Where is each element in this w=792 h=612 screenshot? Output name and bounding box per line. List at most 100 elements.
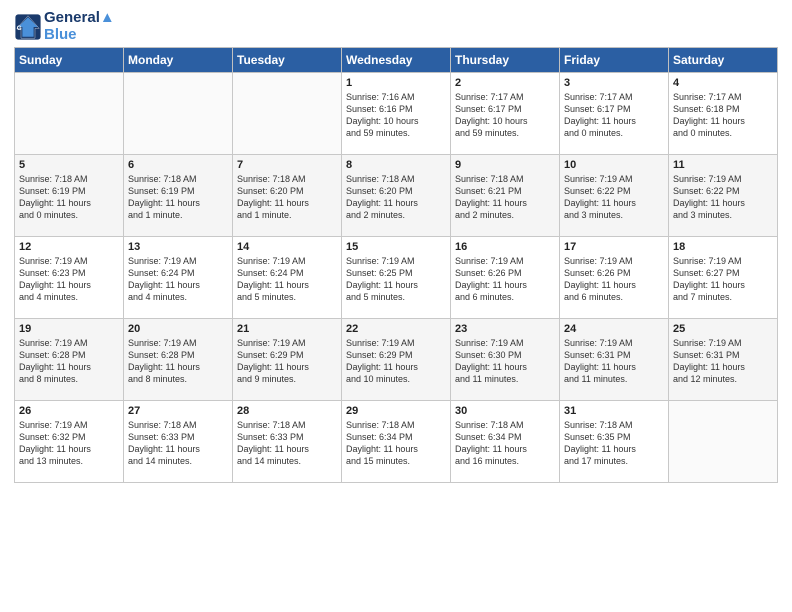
calendar-cell: 31 Sunrise: 7:18 AM Sunset: 6:35 PM Dayli…	[560, 401, 669, 483]
calendar-cell: 26Sunrise: 7:19 AM Sunset: 6:32 PM Dayli…	[15, 401, 124, 483]
day-number: 29	[346, 405, 446, 417]
day-info: Sunrise: 7:17 AM Sunset: 6:17 PM Dayligh…	[455, 91, 555, 140]
day-info: Sunrise: 7:18 AM Sunset: 6:21 PM Dayligh…	[455, 173, 555, 222]
day-number: 17	[564, 241, 664, 253]
day-info: Sunrise: 7:19 AM Sunset: 6:24 PM Dayligh…	[128, 255, 228, 304]
calendar-week-2: 5 Sunrise: 7:18 AM Sunset: 6:19 PM Daylig…	[15, 155, 778, 237]
day-info: Sunrise: 7:19 AM Sunset: 6:31 PM Dayligh…	[564, 337, 664, 386]
day-number: 22	[346, 323, 446, 335]
day-number: 27	[128, 405, 228, 417]
svg-text:G: G	[17, 24, 22, 31]
calendar-cell: 12 Sunrise: 7:19 AM Sunset: 6:23 PM Dayli…	[15, 237, 124, 319]
day-number: 2	[455, 77, 555, 89]
day-info: Sunrise: 7:18 AM Sunset: 6:34 PM Dayligh…	[455, 419, 555, 468]
page: G General▲ Blue SundayMondayTuesdayWedne…	[0, 0, 792, 612]
day-info: Sunrise: 7:17 AM Sunset: 6:17 PM Dayligh…	[564, 91, 664, 140]
day-number: 5	[19, 159, 119, 171]
calendar-week-4: 19Sunrise: 7:19 AM Sunset: 6:28 PM Dayli…	[15, 319, 778, 401]
day-info: Sunrise: 7:19 AM Sunset: 6:23 PM Dayligh…	[19, 255, 119, 304]
day-number: 7	[237, 159, 337, 171]
calendar-cell: 1 Sunrise: 7:16 AM Sunset: 6:16 PM Daylig…	[342, 73, 451, 155]
day-info: Sunrise: 7:18 AM Sunset: 6:19 PM Dayligh…	[19, 173, 119, 222]
calendar-header-saturday: Saturday	[669, 48, 778, 73]
day-number: 18	[673, 241, 773, 253]
calendar-cell: 22 Sunrise: 7:19 AM Sunset: 6:29 PM Dayli…	[342, 319, 451, 401]
day-info: Sunrise: 7:19 AM Sunset: 6:28 PM Dayligh…	[128, 337, 228, 386]
calendar-header-tuesday: Tuesday	[233, 48, 342, 73]
calendar-cell: 28 Sunrise: 7:18 AM Sunset: 6:33 PM Dayli…	[233, 401, 342, 483]
day-number: 15	[346, 241, 446, 253]
day-number: 20	[128, 323, 228, 335]
calendar-week-3: 12 Sunrise: 7:19 AM Sunset: 6:23 PM Dayli…	[15, 237, 778, 319]
calendar-header-thursday: Thursday	[451, 48, 560, 73]
day-number: 1	[346, 77, 446, 89]
calendar-cell: 17 Sunrise: 7:19 AM Sunset: 6:26 PM Dayli…	[560, 237, 669, 319]
calendar-cell: 6 Sunrise: 7:18 AM Sunset: 6:19 PM Daylig…	[124, 155, 233, 237]
calendar-cell	[233, 73, 342, 155]
calendar-cell	[15, 73, 124, 155]
day-number: 13	[128, 241, 228, 253]
day-info: Sunrise: 7:19 AM Sunset: 6:27 PM Dayligh…	[673, 255, 773, 304]
calendar-cell: 2 Sunrise: 7:17 AM Sunset: 6:17 PM Daylig…	[451, 73, 560, 155]
calendar-header-friday: Friday	[560, 48, 669, 73]
day-number: 30	[455, 405, 555, 417]
day-info: Sunrise: 7:16 AM Sunset: 6:16 PM Dayligh…	[346, 91, 446, 140]
calendar-header-wednesday: Wednesday	[342, 48, 451, 73]
calendar-cell: 9 Sunrise: 7:18 AM Sunset: 6:21 PM Daylig…	[451, 155, 560, 237]
calendar-cell: 13 Sunrise: 7:19 AM Sunset: 6:24 PM Dayli…	[124, 237, 233, 319]
day-info: Sunrise: 7:18 AM Sunset: 6:20 PM Dayligh…	[237, 173, 337, 222]
day-number: 9	[455, 159, 555, 171]
day-info: Sunrise: 7:18 AM Sunset: 6:35 PM Dayligh…	[564, 419, 664, 468]
day-number: 24	[564, 323, 664, 335]
day-number: 14	[237, 241, 337, 253]
calendar-cell: 25 Sunrise: 7:19 AM Sunset: 6:31 PM Dayli…	[669, 319, 778, 401]
calendar-cell: 18 Sunrise: 7:19 AM Sunset: 6:27 PM Dayli…	[669, 237, 778, 319]
calendar-cell: 16Sunrise: 7:19 AM Sunset: 6:26 PM Dayli…	[451, 237, 560, 319]
day-info: Sunrise: 7:18 AM Sunset: 6:34 PM Dayligh…	[346, 419, 446, 468]
day-info: Sunrise: 7:19 AM Sunset: 6:29 PM Dayligh…	[237, 337, 337, 386]
day-info: Sunrise: 7:19 AM Sunset: 6:24 PM Dayligh…	[237, 255, 337, 304]
day-info: Sunrise: 7:19 AM Sunset: 6:29 PM Dayligh…	[346, 337, 446, 386]
calendar-cell: 29 Sunrise: 7:18 AM Sunset: 6:34 PM Dayli…	[342, 401, 451, 483]
day-info: Sunrise: 7:19 AM Sunset: 6:31 PM Dayligh…	[673, 337, 773, 386]
day-info: Sunrise: 7:19 AM Sunset: 6:26 PM Dayligh…	[564, 255, 664, 304]
calendar-cell: 11Sunrise: 7:19 AM Sunset: 6:22 PM Dayli…	[669, 155, 778, 237]
calendar-cell	[124, 73, 233, 155]
calendar-header-monday: Monday	[124, 48, 233, 73]
day-info: Sunrise: 7:19 AM Sunset: 6:22 PM Dayligh…	[564, 173, 664, 222]
calendar-cell: 23 Sunrise: 7:19 AM Sunset: 6:30 PM Dayli…	[451, 319, 560, 401]
logo: G General▲ Blue	[14, 10, 115, 43]
day-info: Sunrise: 7:18 AM Sunset: 6:33 PM Dayligh…	[237, 419, 337, 468]
day-number: 23	[455, 323, 555, 335]
calendar-week-5: 26Sunrise: 7:19 AM Sunset: 6:32 PM Dayli…	[15, 401, 778, 483]
calendar-cell: 30 Sunrise: 7:18 AM Sunset: 6:34 PM Dayli…	[451, 401, 560, 483]
day-info: Sunrise: 7:19 AM Sunset: 6:25 PM Dayligh…	[346, 255, 446, 304]
day-number: 26	[19, 405, 119, 417]
calendar-cell: 7 Sunrise: 7:18 AM Sunset: 6:20 PM Daylig…	[233, 155, 342, 237]
day-info: Sunrise: 7:19 AM Sunset: 6:30 PM Dayligh…	[455, 337, 555, 386]
day-info: Sunrise: 7:19 AM Sunset: 6:22 PM Dayligh…	[673, 173, 773, 222]
day-number: 25	[673, 323, 773, 335]
calendar-week-1: 1 Sunrise: 7:16 AM Sunset: 6:16 PM Daylig…	[15, 73, 778, 155]
day-number: 3	[564, 77, 664, 89]
day-number: 6	[128, 159, 228, 171]
day-number: 28	[237, 405, 337, 417]
calendar-cell: 21 Sunrise: 7:19 AM Sunset: 6:29 PM Dayli…	[233, 319, 342, 401]
day-number: 8	[346, 159, 446, 171]
calendar-table: SundayMondayTuesdayWednesdayThursdayFrid…	[14, 47, 778, 483]
calendar-cell: 14 Sunrise: 7:19 AM Sunset: 6:24 PM Dayli…	[233, 237, 342, 319]
day-number: 10	[564, 159, 664, 171]
calendar-cell: 20 Sunrise: 7:19 AM Sunset: 6:28 PM Dayli…	[124, 319, 233, 401]
day-info: Sunrise: 7:18 AM Sunset: 6:19 PM Dayligh…	[128, 173, 228, 222]
logo-blue: Blue	[44, 27, 115, 44]
logo-icon: G	[14, 13, 42, 41]
logo-general: General▲	[44, 10, 115, 27]
day-number: 12	[19, 241, 119, 253]
day-number: 21	[237, 323, 337, 335]
day-info: Sunrise: 7:18 AM Sunset: 6:20 PM Dayligh…	[346, 173, 446, 222]
calendar-cell: 15 Sunrise: 7:19 AM Sunset: 6:25 PM Dayli…	[342, 237, 451, 319]
day-info: Sunrise: 7:19 AM Sunset: 6:28 PM Dayligh…	[19, 337, 119, 386]
calendar-header-row: SundayMondayTuesdayWednesdayThursdayFrid…	[15, 48, 778, 73]
calendar-cell: 8 Sunrise: 7:18 AM Sunset: 6:20 PM Daylig…	[342, 155, 451, 237]
day-number: 31	[564, 405, 664, 417]
